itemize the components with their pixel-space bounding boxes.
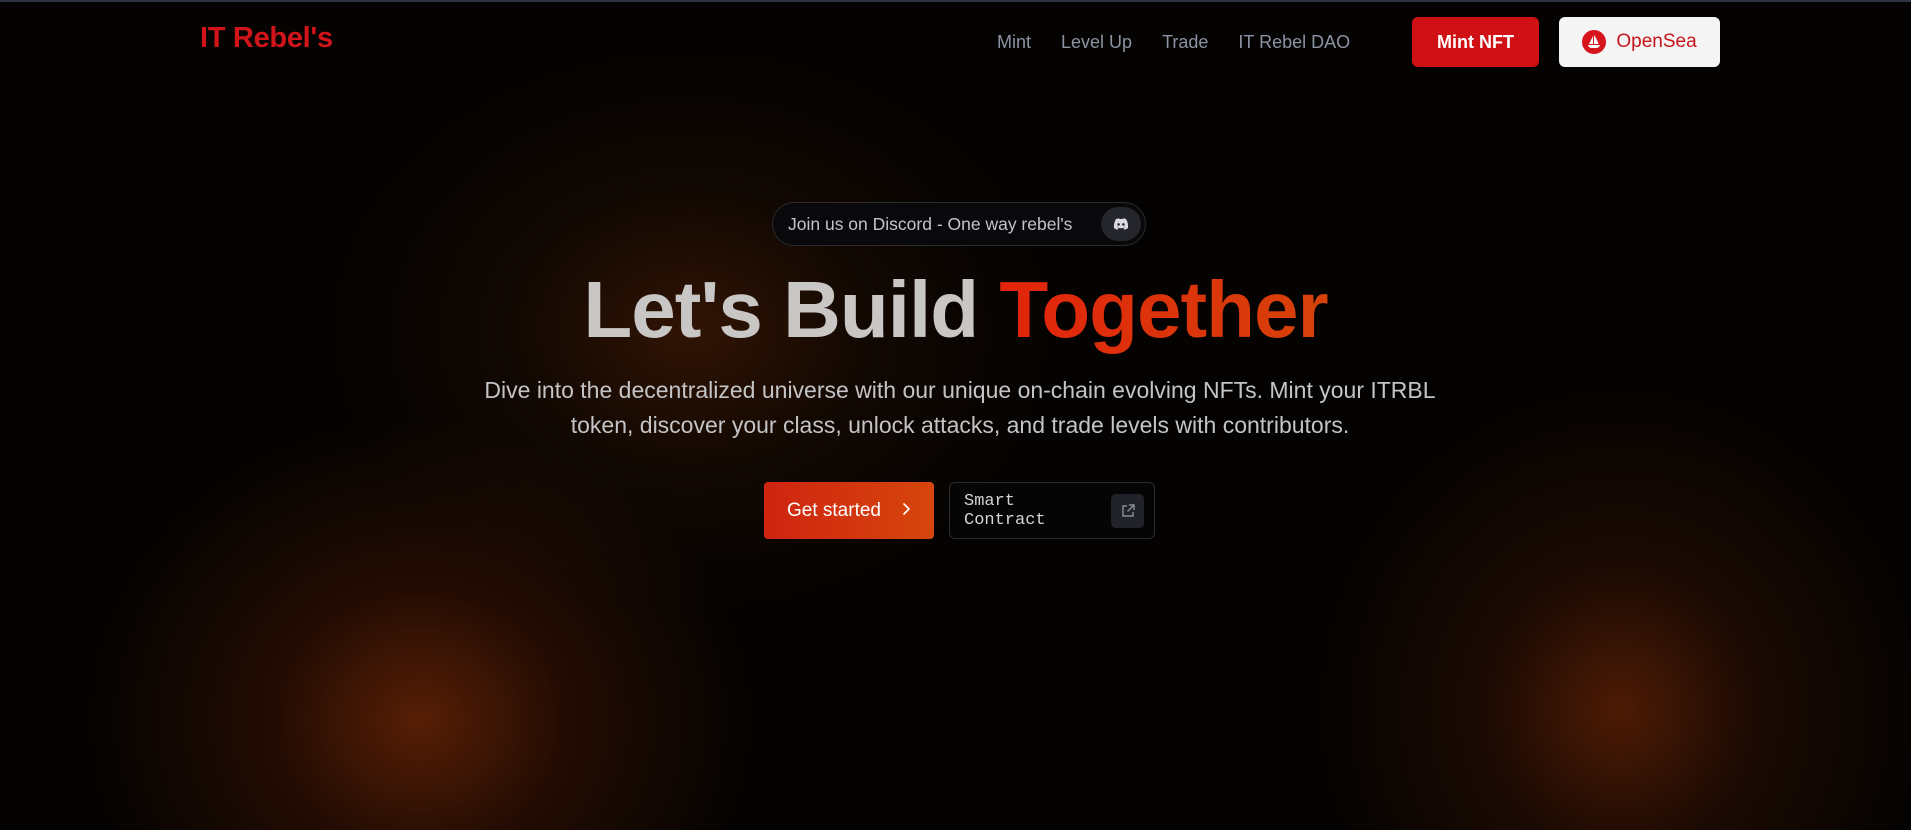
nav-link-level-up[interactable]: Level Up [1061, 32, 1132, 53]
headline-plain: Let's Build [583, 265, 1000, 354]
landing-page: IT Rebel's Mint Level Up Trade IT Rebel … [0, 0, 1911, 830]
chevron-right-icon [901, 500, 911, 522]
smart-contract-label: Smart Contract [964, 491, 1046, 530]
nav-link-dao[interactable]: IT Rebel DAO [1238, 32, 1350, 53]
hero-subtitle: Dive into the decentralized universe wit… [484, 377, 1436, 438]
opensea-button[interactable]: OpenSea [1559, 17, 1720, 67]
get-started-button[interactable]: Get started [764, 482, 934, 539]
headline-accent: Together [999, 265, 1328, 354]
smart-contract-button[interactable]: Smart Contract [949, 482, 1155, 539]
brand-logo[interactable]: IT Rebel's [200, 22, 333, 55]
discord-icon [1101, 207, 1141, 241]
get-started-label: Get started [787, 499, 881, 521]
nav-link-trade[interactable]: Trade [1162, 32, 1208, 53]
nav-link-mint[interactable]: Mint [997, 32, 1031, 53]
external-link-icon [1111, 493, 1144, 528]
mint-nft-button[interactable]: Mint NFT [1412, 17, 1539, 67]
top-border [0, 0, 1911, 2]
discord-pill-text: Join us on Discord - One way rebel's [788, 213, 1073, 234]
discord-pill[interactable]: Join us on Discord - One way rebel's [772, 202, 1146, 246]
opensea-icon [1582, 30, 1607, 54]
main-nav: Mint Level Up Trade IT Rebel DAO [997, 32, 1350, 53]
opensea-label: OpenSea [1616, 31, 1697, 52]
hero-headline: Let's Build Together [0, 264, 1911, 356]
